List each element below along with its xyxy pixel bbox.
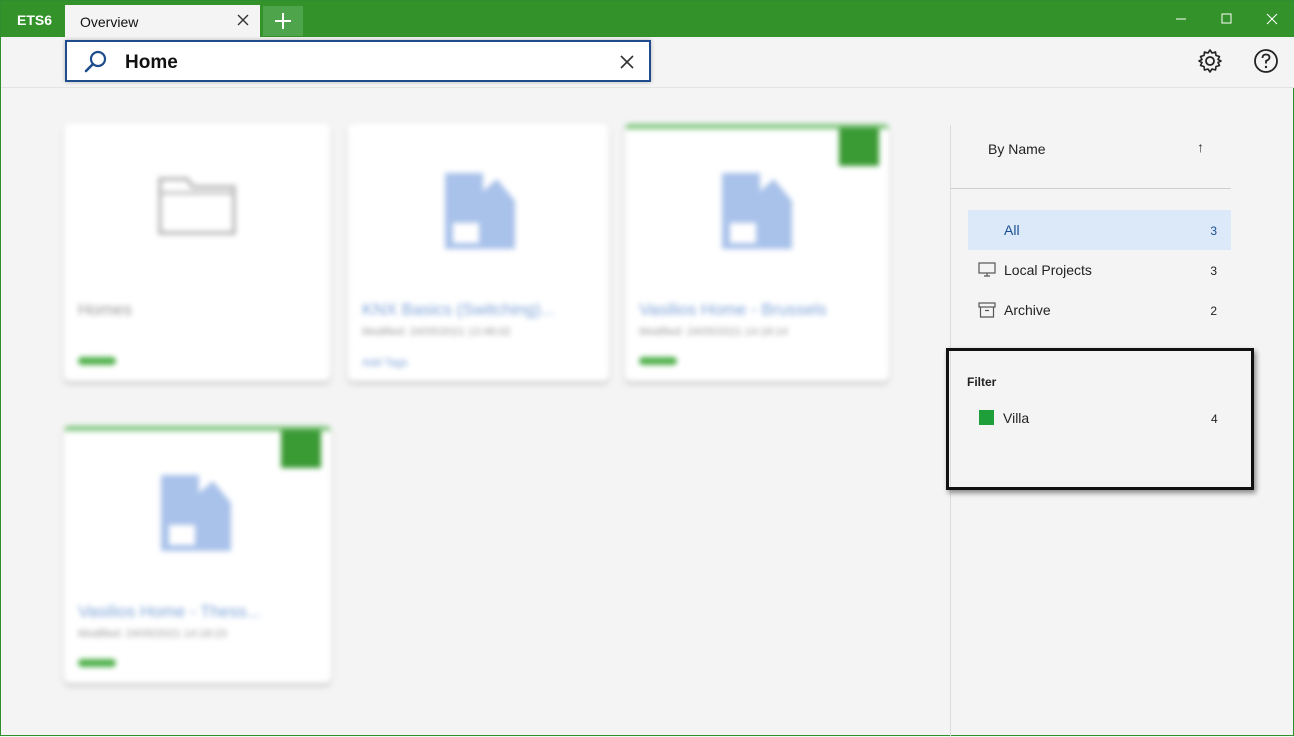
toolbar: Home xyxy=(1,37,1294,88)
filter-title: Filter xyxy=(967,375,997,389)
sidebar-item-count: 2 xyxy=(1210,304,1217,318)
close-icon[interactable] xyxy=(236,13,250,27)
checkbox-checked[interactable] xyxy=(281,430,321,468)
sidebar-item-count: 3 xyxy=(1210,264,1217,278)
clear-search-icon[interactable] xyxy=(619,54,635,70)
search-icon xyxy=(84,50,107,73)
new-tab-button[interactable] xyxy=(263,6,303,36)
help-icon[interactable] xyxy=(1253,48,1279,74)
minimize-icon xyxy=(1176,18,1186,20)
search-value: Home xyxy=(125,52,178,73)
maximize-button[interactable] xyxy=(1203,1,1249,37)
project-modified: Modified: 24/05/2021 13:48:02 xyxy=(362,326,511,338)
project-grid: Homes KNX Basics (Switching)... Modified… xyxy=(1,87,941,737)
project-card[interactable]: Vasilios Home - Brussels Modified: 24/05… xyxy=(625,124,889,381)
sort-direction-arrow-icon[interactable]: ↑ xyxy=(1197,139,1204,155)
app-title: ETS6 xyxy=(17,12,53,28)
sidebar-item-label: All xyxy=(1004,222,1020,238)
close-window-button[interactable] xyxy=(1249,1,1294,37)
project-name: KNX Basics (Switching)... xyxy=(362,300,555,319)
title-bar: ETS6 Overview xyxy=(1,1,1294,37)
filter-item-villa[interactable]: Villa xyxy=(1003,410,1029,426)
building-icon xyxy=(161,475,231,551)
divider xyxy=(951,188,1231,189)
tab-label: Overview xyxy=(80,14,139,30)
gear-icon[interactable] xyxy=(1197,48,1223,74)
project-name: Homes xyxy=(78,300,132,319)
close-icon xyxy=(1266,13,1278,25)
project-card[interactable]: KNX Basics (Switching)... Modified: 24/0… xyxy=(348,124,609,381)
project-modified: Modified: 24/05/2021 14:18:14 xyxy=(639,326,788,338)
project-name: Vasilios Home - Thess... xyxy=(78,602,261,621)
building-icon xyxy=(722,173,792,249)
filter-section: Filter Villa 4 xyxy=(946,348,1254,490)
tab-overview[interactable]: Overview xyxy=(65,5,260,37)
search-input[interactable]: Home xyxy=(65,40,651,82)
tag-color-swatch[interactable] xyxy=(979,410,994,425)
building-icon xyxy=(445,173,515,249)
project-name: Vasilios Home - Brussels xyxy=(639,300,827,319)
checkbox-checked[interactable] xyxy=(839,128,879,166)
sidebar-item-local-projects[interactable]: Local Projects 3 xyxy=(968,250,1231,290)
archive-box-icon xyxy=(978,302,996,318)
tag-bar xyxy=(78,357,116,365)
tag-bar xyxy=(78,659,116,667)
sidebar-item-label: Archive xyxy=(1004,302,1051,318)
sidebar-item-label: Local Projects xyxy=(1004,262,1092,278)
tag-bar xyxy=(639,357,677,365)
filter-item-count: 4 xyxy=(1211,412,1218,426)
project-card[interactable]: Homes xyxy=(64,124,330,381)
sort-dropdown[interactable]: By Name xyxy=(988,141,1046,157)
sidebar-item-count: 3 xyxy=(1210,224,1217,238)
minimize-button[interactable] xyxy=(1157,1,1203,37)
project-modified: Modified: 24/05/2021 14:18:23 xyxy=(78,628,227,640)
monitor-icon xyxy=(978,262,996,277)
folder-icon xyxy=(158,177,236,235)
sidebar-item-archive[interactable]: Archive 2 xyxy=(968,290,1231,330)
project-card[interactable]: Vasilios Home - Thess... Modified: 24/05… xyxy=(64,426,331,683)
add-tags-link[interactable]: Add Tags xyxy=(362,357,408,369)
plus-icon xyxy=(275,13,291,29)
maximize-icon xyxy=(1221,13,1232,24)
sidebar-item-all[interactable]: All 3 xyxy=(968,210,1231,250)
